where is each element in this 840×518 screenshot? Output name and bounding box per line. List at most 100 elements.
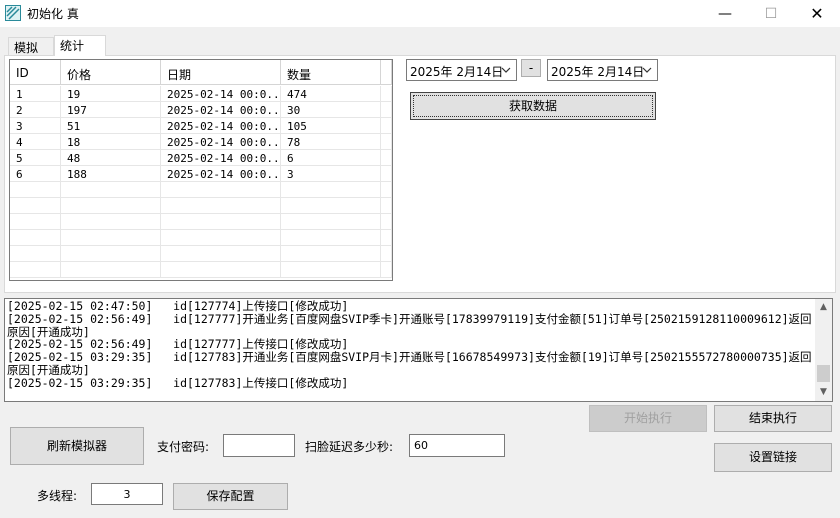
table-cell: 105 bbox=[281, 118, 381, 134]
table-cell: 6 bbox=[281, 150, 381, 166]
column-header-quantity[interactable]: 数量 bbox=[281, 60, 381, 85]
table-cell bbox=[10, 262, 61, 278]
table-cell: 48 bbox=[61, 150, 161, 166]
table-cell: 2 bbox=[10, 102, 61, 118]
table-cell: 5 bbox=[10, 150, 61, 166]
table-cell: 3 bbox=[281, 166, 381, 182]
table-cell: 78 bbox=[281, 134, 381, 150]
table-cell: 188 bbox=[61, 166, 161, 182]
table-row[interactable]: 4 18 2025-02-14 00:0... 78 bbox=[10, 134, 392, 150]
table-cell bbox=[281, 230, 381, 246]
table-row-empty bbox=[10, 214, 392, 230]
table-cell bbox=[381, 198, 392, 214]
table-cell bbox=[381, 262, 392, 278]
table-cell bbox=[10, 246, 61, 262]
table-cell bbox=[61, 214, 161, 230]
table-cell: 2025-02-14 00:0... bbox=[161, 134, 281, 150]
pay-password-input[interactable] bbox=[223, 434, 295, 457]
scroll-up-arrow-icon[interactable]: ▲ bbox=[815, 299, 832, 316]
pay-password-label: 支付密码: bbox=[157, 440, 210, 454]
table-cell bbox=[61, 246, 161, 262]
table-row-empty bbox=[10, 198, 392, 214]
table-row-empty bbox=[10, 230, 392, 246]
table-cell bbox=[381, 118, 392, 134]
table-cell bbox=[281, 182, 381, 198]
table-cell: 2025-02-14 00:0... bbox=[161, 86, 281, 102]
tab-statistics[interactable]: 统计 bbox=[54, 35, 106, 56]
refresh-emulator-button[interactable]: 刷新模拟器 bbox=[10, 427, 144, 465]
column-header-price[interactable]: 价格 bbox=[61, 60, 161, 85]
threads-input[interactable] bbox=[91, 483, 163, 505]
table-row[interactable]: 1 19 2025-02-14 00:0... 474 bbox=[10, 86, 392, 102]
table-cell bbox=[381, 230, 392, 246]
log-text: [2025-02-15 02:47:50] id[127774]上传接口[修改成… bbox=[7, 299, 812, 390]
end-date-value: 2025年 2月14日 bbox=[551, 65, 645, 79]
column-header-id[interactable]: ID bbox=[10, 60, 61, 85]
app-logo-icon bbox=[5, 5, 21, 21]
log-scrollbar[interactable]: ▲ ▼ bbox=[815, 299, 832, 401]
table-row-empty bbox=[10, 182, 392, 198]
table-cell: 474 bbox=[281, 86, 381, 102]
table-cell bbox=[10, 182, 61, 198]
table-cell bbox=[61, 230, 161, 246]
tab-simulate[interactable]: 模拟 bbox=[8, 37, 54, 55]
table-cell bbox=[381, 134, 392, 150]
title-bar: 初始化 真 — ☐ ✕ bbox=[0, 0, 840, 27]
statistics-grid[interactable]: ID 价格 日期 数量 1 19 2025-02-14 00:0... 474 2 197… bbox=[9, 59, 393, 281]
save-config-button[interactable]: 保存配置 bbox=[173, 483, 288, 510]
start-date-value: 2025年 2月14日 bbox=[410, 65, 504, 79]
table-row[interactable]: 6 188 2025-02-14 00:0... 3 bbox=[10, 166, 392, 182]
table-cell bbox=[281, 262, 381, 278]
scroll-down-arrow-icon[interactable]: ▼ bbox=[815, 384, 832, 401]
table-row-empty bbox=[10, 246, 392, 262]
table-cell: 4 bbox=[10, 134, 61, 150]
close-button[interactable]: ✕ bbox=[794, 0, 840, 27]
table-cell: 30 bbox=[281, 102, 381, 118]
column-header-filler bbox=[381, 60, 392, 85]
scroll-thumb[interactable] bbox=[817, 365, 830, 382]
table-row[interactable]: 3 51 2025-02-14 00:0... 105 bbox=[10, 118, 392, 134]
table-cell bbox=[281, 198, 381, 214]
grid-header: ID 价格 日期 数量 bbox=[10, 60, 392, 85]
table-cell bbox=[281, 214, 381, 230]
table-cell: 197 bbox=[61, 102, 161, 118]
table-cell: 1 bbox=[10, 86, 61, 102]
start-execution-button[interactable]: 开始执行 bbox=[589, 405, 707, 432]
table-cell: 3 bbox=[10, 118, 61, 134]
scan-delay-input[interactable] bbox=[409, 434, 505, 457]
maximize-button[interactable]: ☐ bbox=[748, 0, 794, 27]
table-cell bbox=[161, 214, 281, 230]
stop-execution-button[interactable]: 结束执行 bbox=[714, 405, 832, 432]
chevron-down-icon bbox=[501, 67, 511, 73]
set-link-button[interactable]: 设置链接 bbox=[714, 443, 832, 472]
fetch-data-button[interactable]: 获取数据 bbox=[410, 92, 656, 120]
table-cell bbox=[281, 246, 381, 262]
end-date-picker[interactable]: 2025年 2月14日 bbox=[547, 59, 658, 81]
table-cell bbox=[61, 198, 161, 214]
minimize-button[interactable]: — bbox=[702, 0, 748, 27]
table-cell: 2025-02-14 00:0... bbox=[161, 166, 281, 182]
column-header-date[interactable]: 日期 bbox=[161, 60, 281, 85]
table-cell: 18 bbox=[61, 134, 161, 150]
table-cell bbox=[61, 182, 161, 198]
start-date-picker[interactable]: 2025年 2月14日 bbox=[406, 59, 517, 81]
table-cell: 6 bbox=[10, 166, 61, 182]
table-cell bbox=[61, 262, 161, 278]
table-cell bbox=[381, 166, 392, 182]
threads-label: 多线程: bbox=[37, 489, 78, 503]
chevron-down-icon bbox=[642, 67, 652, 73]
table-cell bbox=[10, 230, 61, 246]
table-cell: 2025-02-14 00:0... bbox=[161, 118, 281, 134]
window-title: 初始化 真 bbox=[27, 7, 79, 21]
table-cell bbox=[161, 198, 281, 214]
table-cell: 2025-02-14 00:0... bbox=[161, 102, 281, 118]
table-cell: 51 bbox=[61, 118, 161, 134]
table-row[interactable]: 2 197 2025-02-14 00:0... 30 bbox=[10, 102, 392, 118]
table-cell bbox=[381, 182, 392, 198]
table-cell bbox=[381, 86, 392, 102]
table-cell bbox=[10, 198, 61, 214]
table-cell bbox=[381, 214, 392, 230]
log-textbox[interactable]: [2025-02-15 02:47:50] id[127774]上传接口[修改成… bbox=[4, 298, 833, 402]
table-cell bbox=[381, 102, 392, 118]
table-row[interactable]: 5 48 2025-02-14 00:0... 6 bbox=[10, 150, 392, 166]
